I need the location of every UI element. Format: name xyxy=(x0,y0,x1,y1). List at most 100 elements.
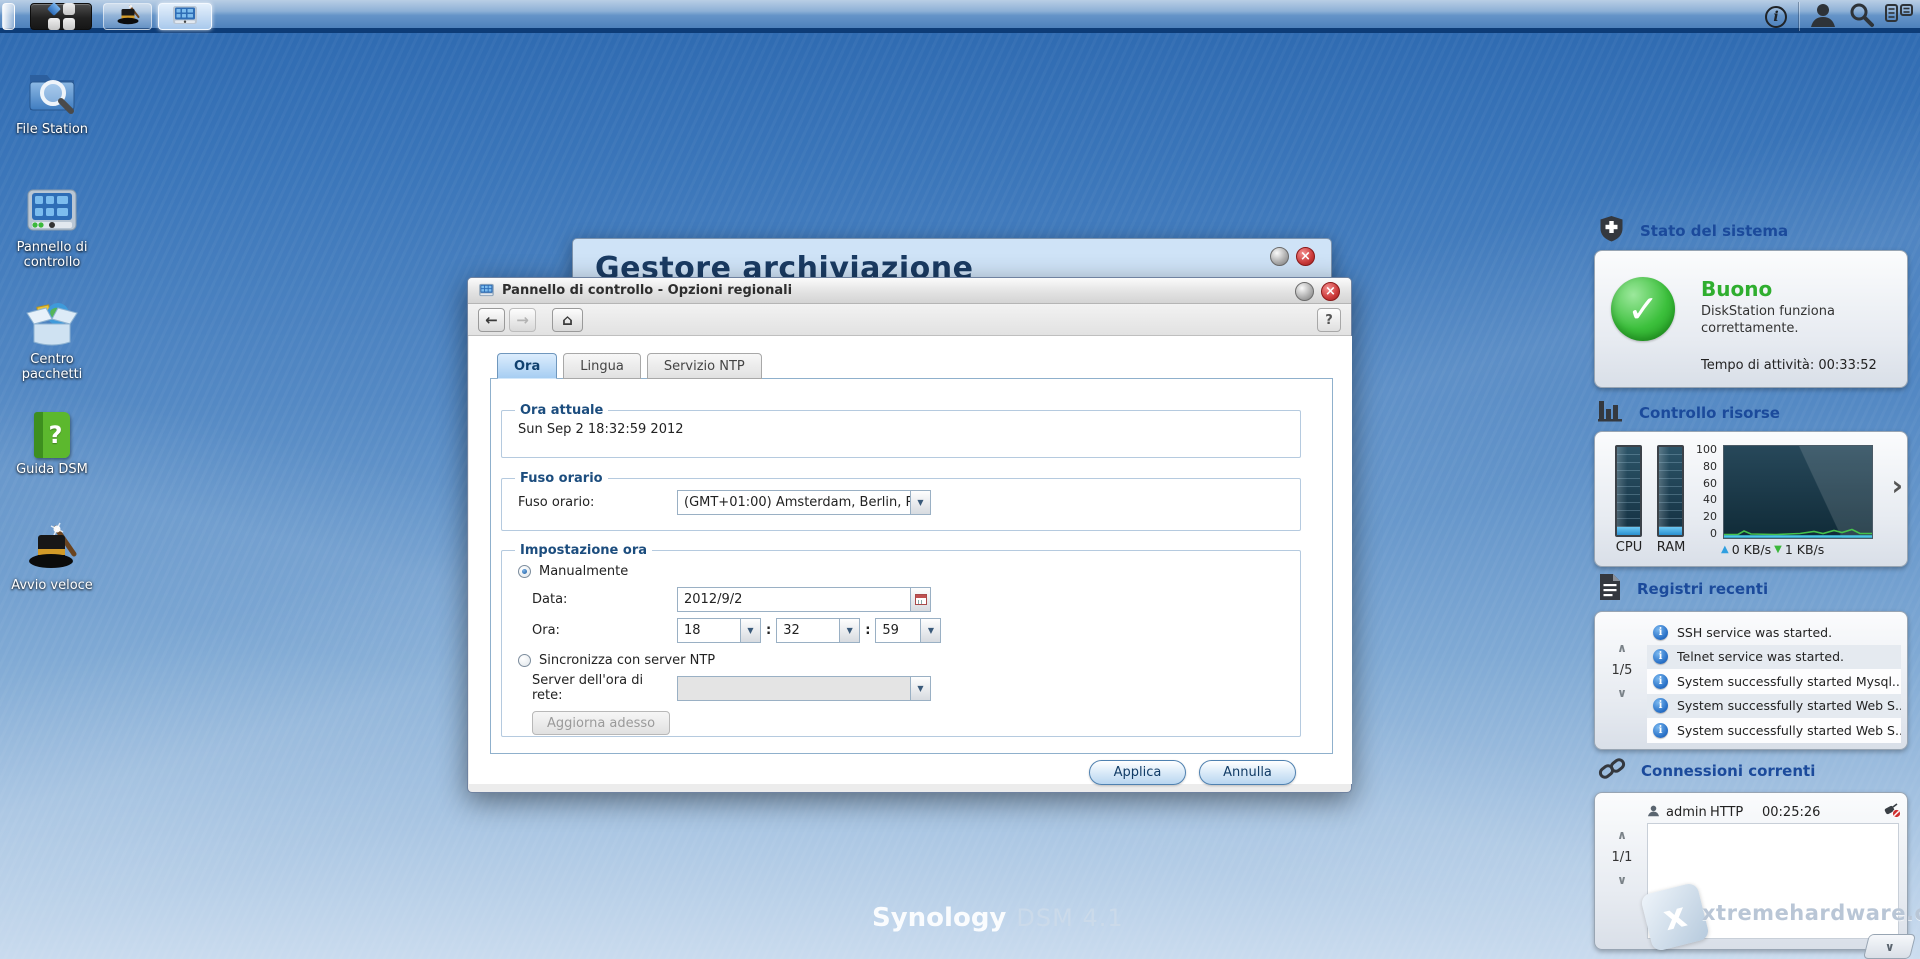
pilot-view-button[interactable] xyxy=(1884,3,1914,30)
connections-widget: ∧ 1/1 ∨ admin HTTP 00:25:26 xyxy=(1594,792,1908,950)
connection-user: admin xyxy=(1666,805,1710,820)
tab-strip: Ora Lingua Servizio NTP xyxy=(497,353,762,379)
timezone-group: Fuso orario Fuso orario: (GMT+01:00) Ams… xyxy=(501,471,1301,531)
desktop-icon-package-center[interactable]: Centro pacchetti xyxy=(0,290,104,383)
disconnect-icon[interactable] xyxy=(1884,803,1901,822)
search-icon xyxy=(1848,1,1875,32)
log-row: i SSH service was started. xyxy=(1647,620,1901,645)
update-now-button[interactable]: Aggiorna adesso xyxy=(532,711,670,735)
widget-collapse-button[interactable]: ∨ xyxy=(1863,934,1916,959)
desktop-icon-dsm-help[interactable]: ? Guida DSM xyxy=(0,400,104,477)
close-icon[interactable]: × xyxy=(1296,247,1315,266)
resource-monitor-widget: CPU RAM 10080 6040 200 ▲ 0 KB/s ▼ 1 KB/s… xyxy=(1594,431,1908,567)
file-station-icon xyxy=(0,60,104,118)
connections-header: Connessioni correnti xyxy=(1598,755,1815,787)
log-row: i System successfully started Mysql... xyxy=(1647,669,1901,694)
page-indicator: 1/5 xyxy=(1605,663,1639,678)
upload-arrow-icon: ▲ xyxy=(1721,544,1729,555)
chevron-down-icon: ▼ xyxy=(839,619,859,642)
chevron-down-icon: ∨ xyxy=(1885,940,1895,954)
pilot-view-icon xyxy=(1884,2,1914,31)
page-up-icon[interactable]: ∧ xyxy=(1605,642,1639,654)
widget-title: Controllo risorse xyxy=(1639,404,1780,422)
system-status-header: Stato del sistema xyxy=(1598,215,1788,247)
expand-chevron-icon[interactable]: › xyxy=(1891,472,1903,500)
cancel-button[interactable]: Annulla xyxy=(1199,760,1296,785)
log-row: i System successfully started Web S... xyxy=(1647,694,1901,719)
page-indicator: 1/1 xyxy=(1605,850,1639,865)
close-icon[interactable]: × xyxy=(1321,282,1340,301)
recent-logs-widget: ∧ 1/5 ∨ i SSH service was started. i Tel… xyxy=(1594,611,1908,750)
ntp-server-select[interactable]: ▼ xyxy=(677,676,931,701)
timezone-label: Fuso orario: xyxy=(518,495,677,510)
quick-start-taskbar-button[interactable] xyxy=(103,3,152,30)
uptime-text: Tempo di attività: 00:33:52 xyxy=(1701,358,1877,373)
page-up-icon[interactable]: ∧ xyxy=(1605,829,1639,841)
current-time-legend: Ora attuale xyxy=(515,403,608,418)
home-button[interactable]: ⌂ xyxy=(552,308,583,332)
chevron-down-icon: ▼ xyxy=(910,491,930,514)
minute-select[interactable]: 32 ▼ xyxy=(776,618,860,643)
magic-hat-icon xyxy=(115,2,141,32)
timezone-select[interactable]: (GMT+01:00) Amsterdam, Berlin, Rome, Sto… xyxy=(677,490,931,515)
version-text: DSM 4.1 xyxy=(1016,904,1123,932)
user-icon xyxy=(1809,1,1837,32)
dialog-titlebar[interactable]: Pannello di controllo - Opzioni regional… xyxy=(468,278,1351,304)
date-label: Data: xyxy=(532,592,677,607)
back-button[interactable]: ← xyxy=(478,308,505,332)
minimize-button[interactable] xyxy=(1295,282,1314,301)
main-menu-button[interactable] xyxy=(30,3,92,30)
info-button[interactable]: i xyxy=(1761,3,1791,30)
taskbar: i xyxy=(0,0,1920,33)
tab-servizio-ntp[interactable]: Servizio NTP xyxy=(647,353,762,379)
manual-radio[interactable] xyxy=(518,565,531,578)
desktop-icon-quick-start[interactable]: Avvio veloce xyxy=(0,516,104,593)
xtremehardware-watermark: xtremehardware.com xyxy=(1702,901,1920,925)
page-down-icon[interactable]: ∨ xyxy=(1605,687,1639,699)
ntp-server-label: Server dell'ora di rete: xyxy=(532,673,677,703)
connection-time: 00:25:26 xyxy=(1762,805,1884,820)
dialog-toolbar: ← → ⌂ ? xyxy=(468,304,1351,336)
second-select[interactable]: 59 ▼ xyxy=(875,618,941,643)
connection-protocol: HTTP xyxy=(1710,805,1762,820)
main-menu-icon xyxy=(48,3,75,30)
chain-link-icon xyxy=(1598,755,1626,787)
taskbar-separator xyxy=(1798,2,1799,31)
hour-select[interactable]: 18 ▼ xyxy=(677,618,761,643)
time-separator: : xyxy=(865,623,870,638)
chevron-down-icon: ▼ xyxy=(920,619,940,642)
calendar-icon[interactable] xyxy=(910,588,930,611)
page-down-icon[interactable]: ∨ xyxy=(1605,874,1639,886)
info-icon: i xyxy=(1653,625,1668,640)
ntp-label: Sincronizza con server NTP xyxy=(539,653,715,668)
current-time-value: Sun Sep 2 18:32:59 2012 xyxy=(518,422,684,437)
upload-value: 0 KB/s xyxy=(1732,542,1771,557)
tab-lingua[interactable]: Lingua xyxy=(563,353,641,379)
status-ok-icon: ✓ xyxy=(1611,277,1675,341)
user-menu-button[interactable] xyxy=(1808,3,1838,30)
forward-button[interactable]: → xyxy=(509,308,536,332)
ntp-radio[interactable] xyxy=(518,654,531,667)
time-setting-legend: Impostazione ora xyxy=(515,543,652,558)
brand-text: Synology xyxy=(872,903,1006,933)
info-icon: i xyxy=(1765,6,1787,28)
minimize-button[interactable] xyxy=(1270,247,1289,266)
dsm-help-icon: ? xyxy=(0,400,104,458)
control-panel-taskbar-button[interactable] xyxy=(158,3,212,30)
search-button[interactable] xyxy=(1846,3,1876,30)
tab-ora[interactable]: Ora xyxy=(497,353,557,379)
tab-panel: Ora attuale Sun Sep 2 18:32:59 2012 Fuso… xyxy=(490,378,1333,754)
desktop-icon-file-station[interactable]: File Station xyxy=(0,60,104,137)
manual-label: Manualmente xyxy=(539,564,628,579)
recent-logs-header: Registri recenti xyxy=(1598,573,1768,605)
info-icon: i xyxy=(1653,649,1668,664)
desktop-icon-control-panel[interactable]: Pannello di controllo xyxy=(0,178,104,271)
apply-button[interactable]: Applica xyxy=(1089,760,1186,785)
desktop-icon-label: Centro pacchetti xyxy=(6,352,98,383)
desktop-icon-label: Pannello di controllo xyxy=(6,240,98,271)
show-desktop-button[interactable] xyxy=(2,3,15,30)
help-button[interactable]: ? xyxy=(1317,308,1341,332)
log-row: i System successfully started Web S... xyxy=(1647,718,1901,743)
date-input[interactable]: 2012/9/2 xyxy=(677,587,931,612)
shield-icon xyxy=(1598,215,1625,247)
